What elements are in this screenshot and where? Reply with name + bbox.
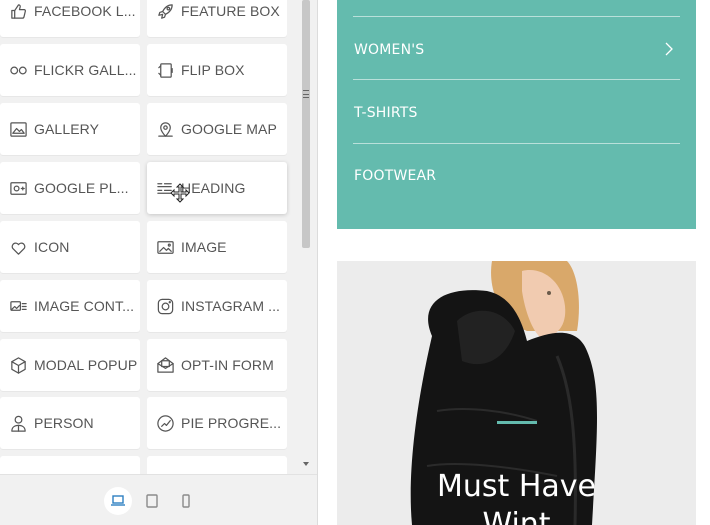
- widget-label: FACEBOOK L...: [34, 3, 136, 19]
- widget-icon[interactable]: ICON: [0, 221, 140, 273]
- hero-subtitle: Wint: [482, 507, 551, 525]
- widget-feature-box[interactable]: FEATURE BOX: [147, 0, 287, 37]
- image-content-icon: [8, 296, 28, 316]
- menu-divider: [353, 143, 680, 144]
- widget-label: ICON: [34, 239, 70, 255]
- scrollbar-thumb[interactable]: [302, 0, 310, 248]
- menu-divider: [353, 16, 680, 17]
- gallery-icon: [8, 119, 28, 139]
- cube-icon: [8, 355, 28, 375]
- widget-label: PERSON: [34, 415, 94, 431]
- hero-accent-bar: [497, 421, 537, 424]
- widget-instagram[interactable]: INSTAGRAM ...: [147, 280, 287, 332]
- scroll-down-arrow-icon[interactable]: [303, 462, 309, 466]
- thumbs-up-icon: [8, 1, 28, 21]
- widget-person[interactable]: PERSON: [0, 397, 140, 449]
- envelope-icon: [155, 355, 175, 375]
- rocket-icon: [155, 1, 175, 21]
- resize-grip-icon[interactable]: [303, 90, 309, 98]
- widgets-grid: FACEBOOK L... FEATURE BOX FLICKR GALL...: [0, 0, 300, 474]
- widget-facebook-like[interactable]: FACEBOOK L...: [0, 0, 140, 37]
- widget-modal-popup[interactable]: MODAL POPUP: [0, 339, 140, 391]
- widget-next-row[interactable]: [147, 456, 287, 474]
- widget-label: FLIP BOX: [181, 62, 245, 78]
- widget-label: PIE PROGRE...: [181, 415, 282, 431]
- widget-flickr-gallery[interactable]: FLICKR GALL...: [0, 44, 140, 96]
- widget-gallery[interactable]: GALLERY: [0, 103, 140, 155]
- instagram-icon: [155, 296, 175, 316]
- hero-banner: Must Have Wint: [337, 261, 696, 525]
- flickr-dots-icon: [8, 60, 28, 80]
- page-builder: FACEBOOK L... FEATURE BOX FLICKR GALL...: [0, 0, 710, 525]
- widget-label: GOOGLE PL...: [34, 180, 129, 196]
- widget-label: INSTAGRAM ...: [181, 298, 281, 314]
- widget-label: GOOGLE MAP: [181, 121, 277, 137]
- widgets-scrollbar[interactable]: [300, 0, 314, 474]
- widget-label: GALLERY: [34, 121, 100, 137]
- widget-label: MODAL POPUP: [34, 357, 138, 373]
- move-cursor-icon: [170, 183, 190, 203]
- menu-item-tshirts[interactable]: T-SHIRTS: [354, 105, 418, 121]
- widget-next-row[interactable]: [0, 456, 140, 474]
- widget-image-content[interactable]: IMAGE CONT...: [0, 280, 140, 332]
- person-icon: [8, 413, 28, 433]
- widget-pie-progress[interactable]: PIE PROGRE...: [147, 397, 287, 449]
- heart-icon: [8, 237, 28, 257]
- flip-box-icon: [155, 60, 175, 80]
- tablet-icon: [146, 494, 158, 508]
- desktop-view-button[interactable]: [104, 487, 132, 515]
- image-icon: [155, 237, 175, 257]
- chevron-right-icon[interactable]: [664, 42, 673, 56]
- widget-label: IMAGE CONT...: [34, 298, 135, 314]
- widget-label: FEATURE BOX: [181, 3, 280, 19]
- widget-image[interactable]: IMAGE: [147, 221, 287, 273]
- menu-item-footwear[interactable]: FOOTWEAR: [354, 168, 436, 184]
- widgets-panel: FACEBOOK L... FEATURE BOX FLICKR GALL...: [0, 0, 318, 525]
- laptop-icon: [111, 495, 125, 506]
- widget-label: IMAGE: [181, 239, 227, 255]
- hero-title: Must Have: [437, 469, 596, 504]
- menu-item-womens[interactable]: WOMEN'S: [354, 42, 424, 58]
- widget-google-map[interactable]: GOOGLE MAP: [147, 103, 287, 155]
- map-pin-icon: [155, 119, 175, 139]
- widget-label: OPT-IN FORM: [181, 357, 274, 373]
- widget-opt-in-form[interactable]: OPT-IN FORM: [147, 339, 287, 391]
- device-switcher: [0, 474, 317, 525]
- widget-flip-box[interactable]: FLIP BOX: [147, 44, 287, 96]
- menu-divider: [353, 79, 680, 80]
- tablet-view-button[interactable]: [138, 487, 166, 515]
- google-plus-icon: [8, 178, 28, 198]
- category-menu: WOMEN'S T-SHIRTS FOOTWEAR: [337, 0, 696, 229]
- widget-label: FLICKR GALL...: [34, 62, 137, 78]
- pie-progress-icon: [155, 413, 175, 433]
- mobile-icon: [182, 494, 190, 508]
- widget-google-plus[interactable]: GOOGLE PL...: [0, 162, 140, 214]
- mobile-view-button[interactable]: [172, 487, 200, 515]
